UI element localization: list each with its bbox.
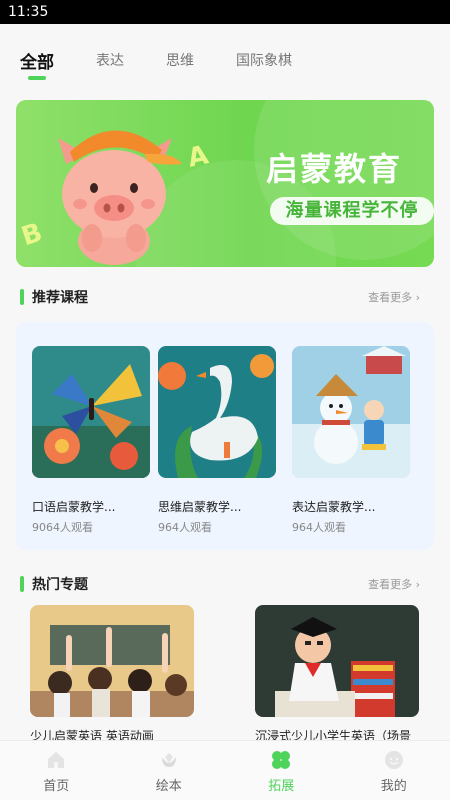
- tab-thinking[interactable]: 思维: [166, 44, 194, 70]
- nav-extend-label: 拓展: [268, 779, 295, 794]
- hot-topics-title: 热门专题: [32, 577, 88, 593]
- course-card[interactable]: 表达启蒙教学... 964人观看: [292, 346, 410, 535]
- course-title: 表达启蒙教学...: [292, 500, 376, 514]
- topic-thumbnail-student: [255, 605, 419, 717]
- flower-icon: [161, 753, 176, 767]
- recommended-header: 推荐课程 查看更多 ›: [20, 287, 420, 307]
- topic-card[interactable]: 沉浸式少儿小学生英语（场景: [255, 605, 419, 744]
- banner-subtitle: 海量课程学不停: [270, 197, 434, 225]
- status-bar: 11:35: [0, 0, 450, 24]
- tab-expression[interactable]: 表达: [96, 44, 124, 70]
- hot-topics-see-more-link[interactable]: 查看更多 ›: [368, 576, 420, 592]
- course-title: 口语启蒙教学...: [32, 500, 116, 514]
- course-thumbnail-swan: [158, 346, 276, 478]
- nav-home-label: 首页: [43, 779, 70, 794]
- topic-thumbnail-classroom: [30, 605, 194, 717]
- face-icon: [384, 751, 403, 769]
- section-accent-bar: [20, 289, 24, 305]
- course-thumbnail-snowman: [292, 346, 410, 478]
- recommended-see-more-link[interactable]: 查看更多 ›: [368, 289, 420, 305]
- nav-picture-books[interactable]: 绘本: [113, 741, 226, 800]
- bottom-navigation: 首页 绘本 拓展 我的: [0, 740, 450, 800]
- nav-profile[interactable]: 我的: [338, 741, 450, 800]
- tab-chess[interactable]: 国际象棋: [236, 44, 292, 70]
- nav-picture-books-label: 绘本: [155, 779, 182, 794]
- status-time: 11:35: [8, 4, 49, 20]
- promo-banner[interactable]: A B 启蒙教育 海量课程学不停: [16, 100, 434, 267]
- hot-topics-header: 热门专题 查看更多 ›: [20, 574, 420, 594]
- course-views: 9064人观看: [32, 521, 93, 534]
- letter-b-decor: B: [17, 217, 46, 253]
- nav-home[interactable]: 首页: [0, 741, 113, 800]
- course-views: 964人观看: [158, 521, 212, 534]
- topic-card[interactable]: 少儿启蒙英语 英语动画: [30, 605, 194, 744]
- nav-profile-label: 我的: [380, 779, 407, 794]
- course-title: 思维启蒙教学...: [158, 500, 242, 514]
- home-icon: [48, 752, 65, 768]
- section-accent-bar: [20, 576, 24, 592]
- pig-illustration: [58, 130, 182, 265]
- nav-extend[interactable]: 拓展: [225, 741, 338, 800]
- banner-title: 启蒙教育: [266, 150, 403, 188]
- tab-all[interactable]: 全部: [20, 44, 54, 80]
- clover-icon: [272, 751, 291, 769]
- category-tabs: 全部 表达 思维 国际象棋: [20, 44, 430, 84]
- course-thumbnail-butterfly: [32, 346, 150, 478]
- course-views: 964人观看: [292, 521, 346, 534]
- course-card[interactable]: 口语启蒙教学... 9064人观看: [32, 346, 150, 535]
- recommended-title: 推荐课程: [32, 290, 88, 306]
- course-card[interactable]: 思维启蒙教学... 964人观看: [158, 346, 276, 535]
